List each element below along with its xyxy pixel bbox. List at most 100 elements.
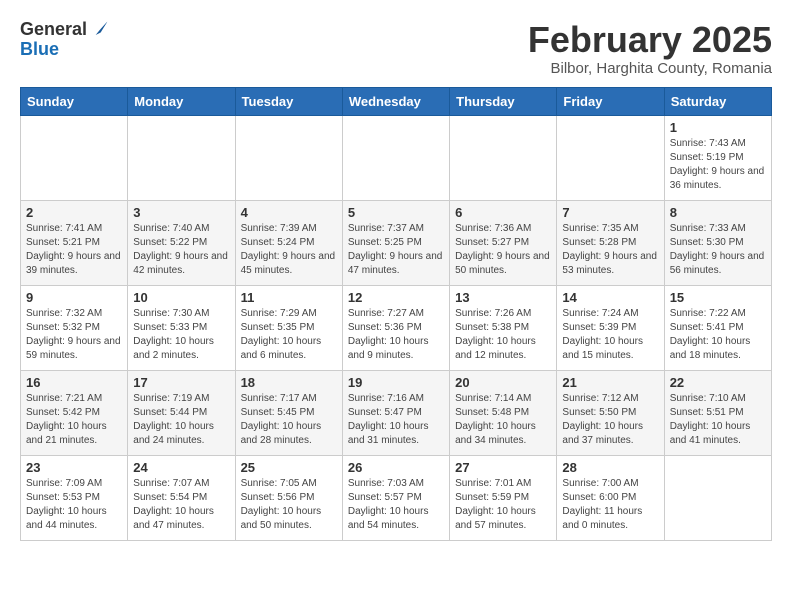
day-info: Sunrise: 7:39 AM Sunset: 5:24 PM Dayligh… <box>241 222 337 278</box>
day-info: Sunrise: 7:24 AM Sunset: 5:39 PM Dayligh… <box>562 307 658 363</box>
day-info: Sunrise: 7:22 AM Sunset: 5:41 PM Dayligh… <box>670 307 766 363</box>
calendar-day-cell <box>664 455 771 540</box>
calendar-day-cell <box>450 115 557 200</box>
logo-bird-icon <box>89 20 109 40</box>
day-number: 26 <box>348 460 444 475</box>
calendar-day-cell <box>128 115 235 200</box>
calendar-day-cell: 13 Sunrise: 7:26 AM Sunset: 5:38 PM Dayli… <box>450 285 557 370</box>
day-number: 4 <box>241 205 337 220</box>
day-info: Sunrise: 7:12 AM Sunset: 5:50 PM Dayligh… <box>562 392 658 448</box>
calendar-week-row: 1 Sunrise: 7:43 AM Sunset: 5:19 PM Daylig… <box>21 115 772 200</box>
day-number: 6 <box>455 205 551 220</box>
calendar-week-row: 2 Sunrise: 7:41 AM Sunset: 5:21 PM Daylig… <box>21 200 772 285</box>
day-info: Sunrise: 7:37 AM Sunset: 5:25 PM Dayligh… <box>348 222 444 278</box>
day-number: 5 <box>348 205 444 220</box>
day-number: 17 <box>133 375 229 390</box>
logo-blue-text: Blue <box>20 40 109 60</box>
day-number: 21 <box>562 375 658 390</box>
calendar-title: February 2025 <box>528 20 772 60</box>
calendar-day-cell: 20Sunrise: 7:14 AM Sunset: 5:48 PM Dayli… <box>450 370 557 455</box>
day-number: 13 <box>455 290 551 305</box>
day-info: Sunrise: 7:30 AM Sunset: 5:33 PM Dayligh… <box>133 307 229 363</box>
calendar-day-cell: 19 Sunrise: 7:16 AM Sunset: 5:47 PM Dayli… <box>342 370 449 455</box>
day-number: 28 <box>562 460 658 475</box>
day-info: Sunrise: 7:26 AM Sunset: 5:38 PM Dayligh… <box>455 307 551 363</box>
weekday-header: Wednesday <box>342 87 449 115</box>
day-info: Sunrise: 7:43 AM Sunset: 5:19 PM Dayligh… <box>670 137 766 193</box>
calendar-header: SundayMondayTuesdayWednesdayThursdayFrid… <box>21 87 772 115</box>
calendar-day-cell: 4 Sunrise: 7:39 AM Sunset: 5:24 PM Daylig… <box>235 200 342 285</box>
calendar-day-cell: 11Sunrise: 7:29 AM Sunset: 5:35 PM Dayli… <box>235 285 342 370</box>
weekday-header: Thursday <box>450 87 557 115</box>
day-info: Sunrise: 7:40 AM Sunset: 5:22 PM Dayligh… <box>133 222 229 278</box>
weekday-header: Monday <box>128 87 235 115</box>
calendar-day-cell: 27 Sunrise: 7:01 AM Sunset: 5:59 PM Dayli… <box>450 455 557 540</box>
calendar-day-cell: 16 Sunrise: 7:21 AM Sunset: 5:42 PM Dayli… <box>21 370 128 455</box>
calendar-day-cell: 15 Sunrise: 7:22 AM Sunset: 5:41 PM Dayli… <box>664 285 771 370</box>
weekday-header: Friday <box>557 87 664 115</box>
calendar-day-cell: 7Sunrise: 7:35 AM Sunset: 5:28 PM Daylig… <box>557 200 664 285</box>
calendar-day-cell <box>557 115 664 200</box>
day-number: 12 <box>348 290 444 305</box>
day-number: 15 <box>670 290 766 305</box>
calendar-day-cell: 2 Sunrise: 7:41 AM Sunset: 5:21 PM Daylig… <box>21 200 128 285</box>
day-info: Sunrise: 7:32 AM Sunset: 5:32 PM Dayligh… <box>26 307 122 363</box>
calendar-table: SundayMondayTuesdayWednesdayThursdayFrid… <box>20 87 772 541</box>
day-info: Sunrise: 7:10 AM Sunset: 5:51 PM Dayligh… <box>670 392 766 448</box>
calendar-day-cell: 8 Sunrise: 7:33 AM Sunset: 5:30 PM Daylig… <box>664 200 771 285</box>
day-info: Sunrise: 7:35 AM Sunset: 5:28 PM Dayligh… <box>562 222 658 278</box>
day-number: 16 <box>26 375 122 390</box>
day-number: 8 <box>670 205 766 220</box>
calendar-week-row: 16 Sunrise: 7:21 AM Sunset: 5:42 PM Dayli… <box>21 370 772 455</box>
day-info: Sunrise: 7:05 AM Sunset: 5:56 PM Dayligh… <box>241 477 337 533</box>
day-number: 24 <box>133 460 229 475</box>
day-number: 22 <box>670 375 766 390</box>
day-number: 14 <box>562 290 658 305</box>
logo-general-text: General <box>20 20 87 40</box>
page-header: General Blue February 2025 Bilbor, Hargh… <box>20 20 772 77</box>
calendar-day-cell <box>342 115 449 200</box>
day-info: Sunrise: 7:07 AM Sunset: 5:54 PM Dayligh… <box>133 477 229 533</box>
day-number: 10 <box>133 290 229 305</box>
calendar-day-cell: 10 Sunrise: 7:30 AM Sunset: 5:33 PM Dayli… <box>128 285 235 370</box>
title-section: February 2025 Bilbor, Harghita County, R… <box>528 20 772 77</box>
day-info: Sunrise: 7:33 AM Sunset: 5:30 PM Dayligh… <box>670 222 766 278</box>
day-info: Sunrise: 7:19 AM Sunset: 5:44 PM Dayligh… <box>133 392 229 448</box>
calendar-subtitle: Bilbor, Harghita County, Romania <box>528 60 772 77</box>
calendar-day-cell: 21 Sunrise: 7:12 AM Sunset: 5:50 PM Dayli… <box>557 370 664 455</box>
day-number: 2 <box>26 205 122 220</box>
calendar-week-row: 23Sunrise: 7:09 AM Sunset: 5:53 PM Dayli… <box>21 455 772 540</box>
calendar-day-cell: 17 Sunrise: 7:19 AM Sunset: 5:44 PM Dayli… <box>128 370 235 455</box>
calendar-day-cell: 5 Sunrise: 7:37 AM Sunset: 5:25 PM Daylig… <box>342 200 449 285</box>
day-info: Sunrise: 7:01 AM Sunset: 5:59 PM Dayligh… <box>455 477 551 533</box>
day-info: Sunrise: 7:21 AM Sunset: 5:42 PM Dayligh… <box>26 392 122 448</box>
calendar-day-cell: 9 Sunrise: 7:32 AM Sunset: 5:32 PM Daylig… <box>21 285 128 370</box>
day-number: 27 <box>455 460 551 475</box>
calendar-day-cell: 25Sunrise: 7:05 AM Sunset: 5:56 PM Dayli… <box>235 455 342 540</box>
calendar-day-cell: 3 Sunrise: 7:40 AM Sunset: 5:22 PM Daylig… <box>128 200 235 285</box>
calendar-day-cell: 18Sunrise: 7:17 AM Sunset: 5:45 PM Dayli… <box>235 370 342 455</box>
day-info: Sunrise: 7:41 AM Sunset: 5:21 PM Dayligh… <box>26 222 122 278</box>
day-number: 18 <box>241 375 337 390</box>
calendar-day-cell: 6Sunrise: 7:36 AM Sunset: 5:27 PM Daylig… <box>450 200 557 285</box>
day-info: Sunrise: 7:09 AM Sunset: 5:53 PM Dayligh… <box>26 477 122 533</box>
day-info: Sunrise: 7:16 AM Sunset: 5:47 PM Dayligh… <box>348 392 444 448</box>
weekday-header: Sunday <box>21 87 128 115</box>
day-info: Sunrise: 7:00 AM Sunset: 6:00 PM Dayligh… <box>562 477 658 533</box>
weekday-header: Tuesday <box>235 87 342 115</box>
logo: General Blue <box>20 20 109 60</box>
calendar-day-cell: 24 Sunrise: 7:07 AM Sunset: 5:54 PM Dayli… <box>128 455 235 540</box>
day-info: Sunrise: 7:27 AM Sunset: 5:36 PM Dayligh… <box>348 307 444 363</box>
day-info: Sunrise: 7:29 AM Sunset: 5:35 PM Dayligh… <box>241 307 337 363</box>
calendar-body: 1 Sunrise: 7:43 AM Sunset: 5:19 PM Daylig… <box>21 115 772 540</box>
day-number: 9 <box>26 290 122 305</box>
calendar-day-cell: 26Sunrise: 7:03 AM Sunset: 5:57 PM Dayli… <box>342 455 449 540</box>
day-number: 1 <box>670 120 766 135</box>
day-number: 3 <box>133 205 229 220</box>
calendar-day-cell: 1 Sunrise: 7:43 AM Sunset: 5:19 PM Daylig… <box>664 115 771 200</box>
calendar-day-cell <box>21 115 128 200</box>
day-number: 19 <box>348 375 444 390</box>
calendar-day-cell: 14 Sunrise: 7:24 AM Sunset: 5:39 PM Dayli… <box>557 285 664 370</box>
calendar-day-cell: 22 Sunrise: 7:10 AM Sunset: 5:51 PM Dayli… <box>664 370 771 455</box>
calendar-day-cell: 28 Sunrise: 7:00 AM Sunset: 6:00 PM Dayli… <box>557 455 664 540</box>
